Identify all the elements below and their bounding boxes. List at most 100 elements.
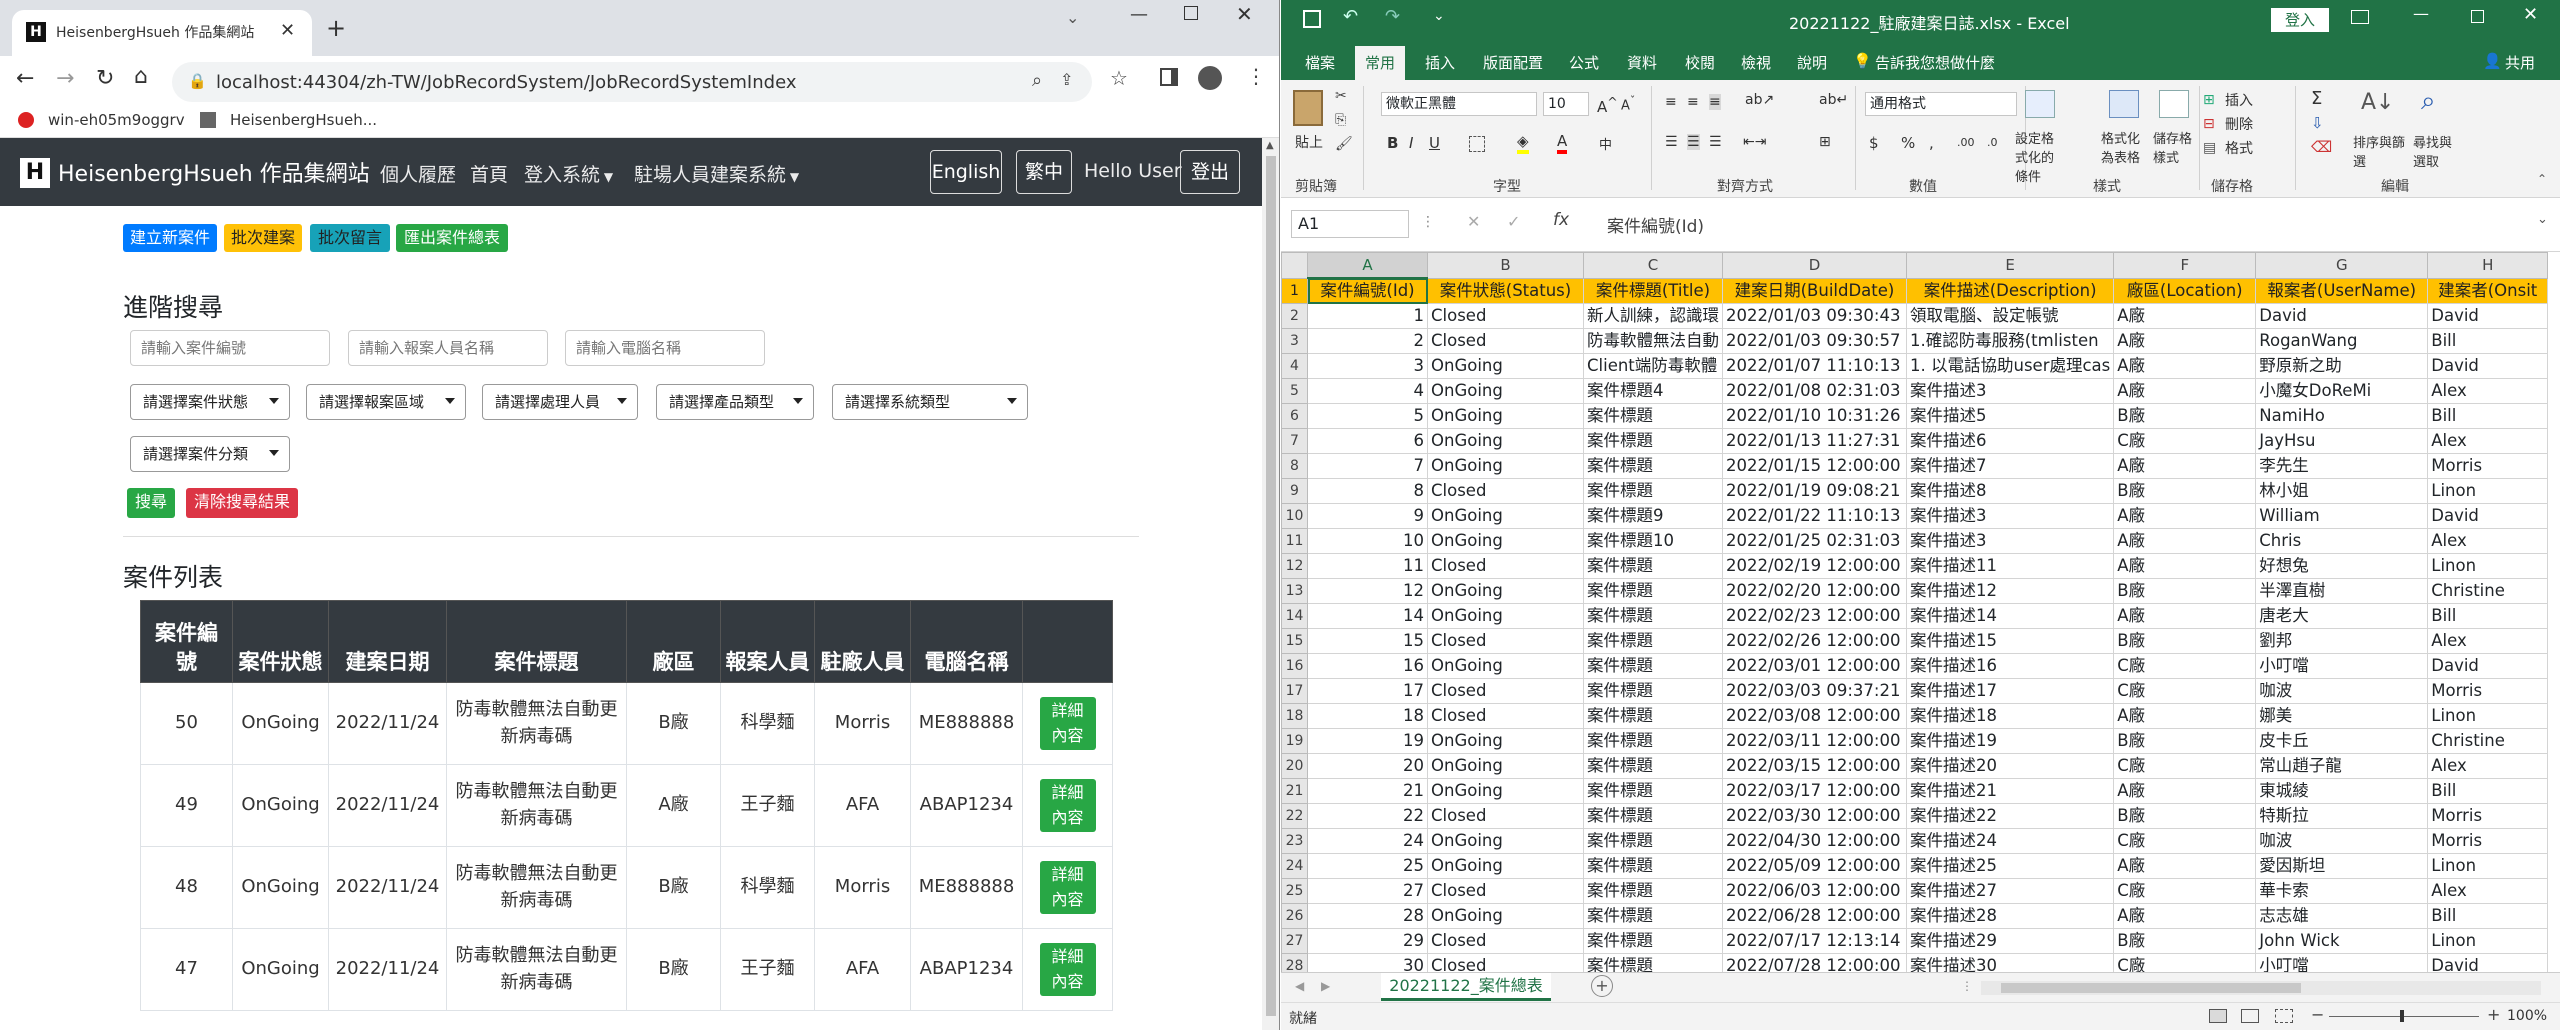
sheet-cell[interactable]: 唐老大 [2255,603,2429,629]
sheet-cell[interactable]: OnGoing [1427,503,1584,529]
sheet-cell[interactable]: 案件描述18 [1905,703,2115,729]
sheet-cell[interactable]: 案件描述19 [1905,728,2115,754]
sheet-cell[interactable]: 14 [1307,603,1428,629]
sheet-cell[interactable]: 11 [1307,553,1428,579]
sheet-cell[interactable]: 7 [1307,453,1428,479]
sheet-cell[interactable]: 特斯拉 [2255,803,2429,829]
scroll-thumb[interactable] [1266,156,1276,1016]
sheet-cell[interactable]: OnGoing [1427,828,1584,854]
sheet-cell[interactable]: OnGoing [1427,403,1584,429]
sheet-cell[interactable]: OnGoing [1427,428,1584,454]
sheet-cell[interactable]: 案件標題 [1583,728,1723,754]
area-select[interactable]: 請選擇報案區域 [306,384,466,420]
row-header[interactable]: 28 [1281,953,1308,972]
row-header[interactable]: 7 [1281,428,1308,454]
bold-icon[interactable]: B [1387,134,1398,152]
sheet-cell[interactable]: 案件標題 [1583,678,1723,704]
sheet-header-cell[interactable]: 案件標題(Title) [1583,277,1723,304]
sheet-cell[interactable]: Closed [1427,803,1584,829]
save-icon[interactable] [1303,10,1321,28]
address-bar[interactable]: 🔒 localhost:44304/zh-TW/JobRecordSystem/… [172,62,1092,102]
sheet-cell[interactable]: C廠 [2113,953,2257,972]
indent-icon[interactable]: ⇤⇥ [1743,134,1766,150]
home-icon[interactable]: ⌂ [134,64,148,89]
fill-icon[interactable]: ⇩ [2311,114,2324,132]
detail-button[interactable]: 詳細內容 [1039,778,1096,833]
sheet-cell[interactable]: 案件標題4 [1583,378,1723,404]
forward-icon[interactable]: → [56,66,74,91]
category-select[interactable]: 請選擇案件分類 [130,436,290,472]
sheet-header-cell[interactable]: 建案日期(BuildDate) [1722,277,1907,304]
add-sheet-icon[interactable]: + [1591,975,1613,997]
sheet-cell[interactable]: 2022/02/26 12:00:00 [1722,628,1907,654]
sheet-cell[interactable]: A廠 [2113,353,2257,379]
delete-cells-icon[interactable]: ⊟ [2203,116,2215,132]
sheet-cell[interactable]: RoganWang [2255,328,2429,354]
tab-home-active[interactable]: 常用 [1355,46,1405,80]
sheet-cell[interactable]: 1. 以電話協助user處理cas [1905,353,2115,379]
sheet-cell[interactable]: 2022/03/08 12:00:00 [1722,703,1907,729]
column-header[interactable]: G [2255,252,2429,279]
sheet-cell[interactable]: 2022/03/11 12:00:00 [1722,728,1907,754]
sheet-header-cell[interactable]: 報案者(UserName) [2255,277,2429,304]
sheet-cell[interactable]: Alex [2427,428,2549,454]
sheet-cell[interactable]: 小叮噹 [2255,653,2429,679]
sheet-cell[interactable]: Alex [2427,628,2549,654]
sort-filter-icon[interactable]: A↓ [2361,90,2394,115]
row-header[interactable]: 25 [1281,878,1308,904]
row-header[interactable]: 15 [1281,628,1308,654]
collapse-ribbon-icon[interactable]: ⌃ [2537,172,2547,186]
row-header[interactable]: 23 [1281,828,1308,854]
fill-color-icon[interactable]: ◈ [1517,132,1529,154]
cell-style-button[interactable]: 儲存格樣式 [2153,128,2199,166]
sheet-header-cell[interactable]: 廠區(Location) [2113,277,2257,304]
sheet-cell[interactable]: OnGoing [1427,653,1584,679]
row-header[interactable]: 22 [1281,803,1308,829]
page-scrollbar[interactable]: ▲ [1262,138,1279,1030]
sheet-cell[interactable]: 15 [1307,628,1428,654]
sheet-cell[interactable]: OnGoing [1427,728,1584,754]
tab-insert[interactable]: 插入 [1425,52,1455,73]
pc-name-input[interactable]: 請輸入電腦名稱 [565,330,765,366]
tab-search-icon[interactable]: ⌄ [1066,8,1079,27]
tab-help[interactable]: 說明 [1797,52,1827,73]
sheet-cell[interactable]: Alex [2427,753,2549,779]
column-header[interactable]: C [1583,252,1723,279]
horizontal-scroll-thumb[interactable] [2001,983,2301,993]
sheet-cell[interactable]: Morris [2427,828,2549,854]
sheet-cell[interactable]: Closed [1427,928,1584,954]
phonetic-icon[interactable]: 中 [1599,134,1612,153]
detail-button[interactable]: 詳細內容 [1039,860,1096,915]
back-icon[interactable]: ← [16,66,34,91]
row-header[interactable]: 3 [1281,328,1308,354]
sheet-cell[interactable]: 案件描述29 [1905,928,2115,954]
sheet-cell[interactable]: 愛因斯坦 [2255,853,2429,879]
insert-cells-icon[interactable]: ⊞ [2203,92,2215,108]
format-painter-icon[interactable]: 🖌 [1335,136,1353,152]
detail-button[interactable]: 詳細內容 [1039,696,1096,751]
detail-button[interactable]: 詳細內容 [1039,942,1096,997]
sheet-cell[interactable]: 2022/06/03 12:00:00 [1722,878,1907,904]
sheet-cell[interactable]: Linon [2427,553,2549,579]
zoom-search-icon[interactable]: ⌕ [1032,70,1042,91]
sheet-cell[interactable]: 案件標題 [1583,653,1723,679]
close-window-icon[interactable]: ✕ [1236,2,1253,26]
search-button[interactable]: 搜尋 [127,488,175,518]
sheet-cell[interactable]: OnGoing [1427,778,1584,804]
zoom-slider[interactable] [2329,1010,2479,1022]
sheet-cell[interactable]: 21 [1307,778,1428,804]
sheet-cell[interactable]: Closed [1427,328,1584,354]
sheet-cell[interactable]: 案件描述3 [1905,503,2115,529]
sheet-cell[interactable]: A廠 [2113,853,2257,879]
sheet-cell[interactable]: 案件描述14 [1905,603,2115,629]
side-panel-icon[interactable] [1160,68,1178,86]
redo-icon[interactable]: ↷ [1385,6,1400,27]
share-icon[interactable]: 👤 [2483,52,2502,70]
shrink-font-icon[interactable]: Aˇ [1621,94,1635,113]
sheet-cell[interactable]: 29 [1307,928,1428,954]
autosum-icon[interactable]: Σ [2311,88,2322,109]
sheet-cell[interactable]: 案件標題 [1583,803,1723,829]
sheet-cell[interactable]: 案件標題 [1583,753,1723,779]
sheet-cell[interactable]: Bill [2427,903,2549,929]
expand-formula-icon[interactable]: ⌄ [2537,212,2548,227]
